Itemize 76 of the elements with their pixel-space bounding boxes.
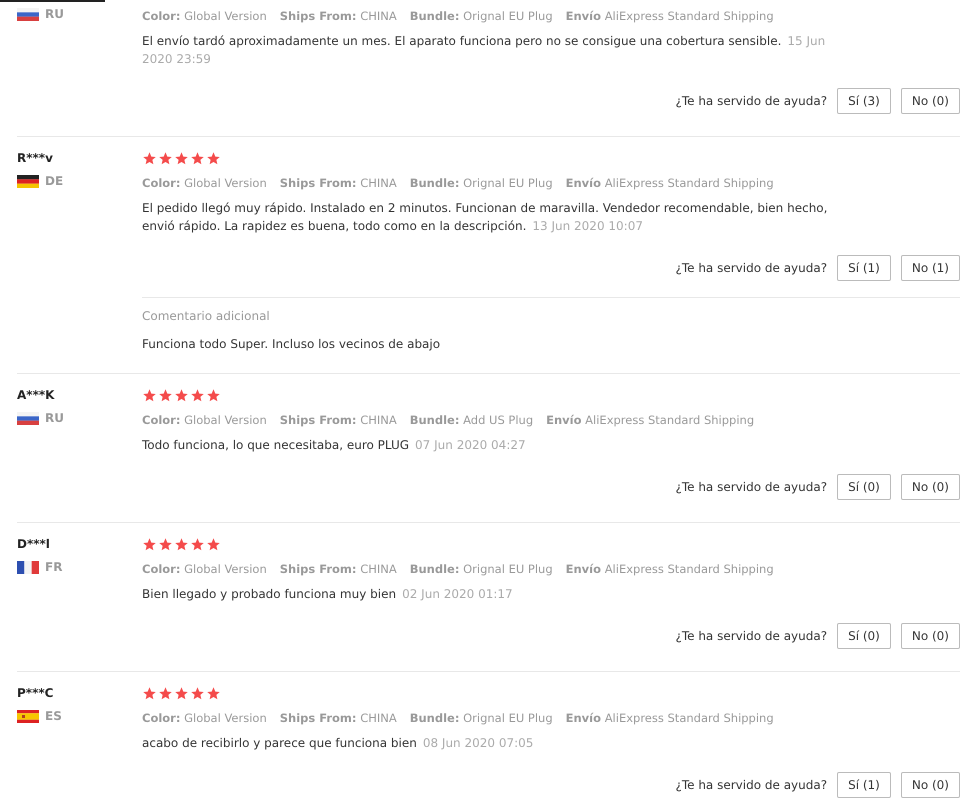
star-icon (174, 388, 189, 403)
star-icon (206, 151, 221, 166)
product-attribute: Ships From: CHINA (280, 561, 397, 578)
no-vote-button[interactable]: No (0) (900, 88, 960, 114)
yes-vote-button[interactable]: Sí (1) (837, 255, 891, 281)
product-attribute: Color: Global Version (142, 8, 267, 25)
star-icon (158, 151, 173, 166)
review-text: El pedido llegó muy rápido. Instalado en 2 minutos. Funcionan de maravilla. Vendedor recomendable, bien hecho, envió rápido. La rapidez es buena, todo como en la descripción. 13 Jun 2020 10:07 (142, 200, 828, 235)
yes-vote-button[interactable]: Sí (1) (837, 772, 891, 798)
no-vote-button[interactable]: No (0) (900, 474, 960, 500)
star-icon (206, 388, 221, 403)
no-vote-button[interactable]: No (0) (900, 772, 960, 798)
star-icon (190, 388, 205, 403)
additional-comment-title: Comentario adicional (142, 309, 271, 323)
star-icon (190, 151, 205, 166)
helpful-question: ¿Te ha servido de ayuda? (675, 261, 828, 275)
product-attribute: Ships From: CHINA (280, 710, 397, 727)
review-text: El envío tardó aproximadamente un mes. El aparato funciona pero no se consigue una cobertura sensible. 15 Jun 2020 23:59 (142, 33, 826, 68)
product-attribute: Ships From: CHINA (280, 8, 397, 25)
product-attribute: Envío AliExpress Standard Shipping (566, 561, 774, 578)
product-attribute: Envío AliExpress Standard Shipping (566, 8, 774, 25)
product-attribute: Bundle: Orignal EU Plug (410, 561, 553, 578)
star-icon (142, 151, 157, 166)
country-code: RU (45, 7, 64, 21)
country-code: ES (45, 709, 62, 723)
helpful-question: ¿Te ha servido de ayuda? (675, 480, 828, 494)
country-code: DE (45, 174, 64, 188)
flag-icon (17, 710, 39, 722)
review-text: Todo funciona, lo que necesitaba, euro PLUG 07 Jun 2020 04:27 (142, 437, 527, 454)
star-icon (190, 537, 205, 552)
country-code: RU (45, 411, 64, 425)
product-attribute: Envío AliExpress Standard Shipping (566, 710, 774, 727)
star-icon (174, 537, 189, 552)
no-vote-button[interactable]: No (1) (900, 255, 960, 281)
product-attribute: Bundle: Orignal EU Plug (410, 8, 553, 25)
yes-vote-button[interactable]: Sí (0) (837, 474, 891, 500)
helpful-question: ¿Te ha servido de ayuda? (675, 94, 828, 108)
flag-icon (17, 560, 39, 574)
star-icon (158, 388, 173, 403)
no-vote-button[interactable]: No (0) (900, 623, 960, 649)
star-icon (142, 537, 157, 552)
product-attribute: Envío AliExpress Standard Shipping (546, 412, 754, 429)
additional-comment-text: Funciona todo Super. Incluso los vecinos de abajo (142, 337, 442, 351)
product-attribute: Color: Global Version (142, 412, 267, 429)
review-text: acabo de recibirlo y parece que funciona bien 08 Jun 2020 07:05 (142, 735, 534, 752)
product-attribute: Ships From: CHINA (280, 175, 397, 192)
star-icon (142, 388, 157, 403)
star-icon (142, 686, 157, 701)
product-attribute: Bundle: Orignal EU Plug (410, 710, 553, 727)
product-attribute: Bundle: Orignal EU Plug (410, 175, 553, 192)
review-text: Bien llegado y probado funciona muy bien 02 Jun 2020 01:17 (142, 586, 514, 603)
reviewer-name: D***l (17, 537, 51, 552)
yes-vote-button[interactable]: Sí (3) (837, 88, 891, 114)
product-attribute: Ships From: CHINA (280, 412, 397, 429)
reviewer-name: R***v (17, 151, 54, 166)
yes-vote-button[interactable]: Sí (0) (837, 623, 891, 649)
star-icon (174, 151, 189, 166)
country-code: FR (45, 560, 62, 574)
star-icon (158, 537, 173, 552)
star-icon (190, 686, 205, 701)
product-attribute: Color: Global Version (142, 561, 267, 578)
star-icon (174, 686, 189, 701)
flag-icon (17, 174, 39, 188)
reviewer-name: A***K (17, 388, 56, 403)
flag-icon (17, 412, 39, 424)
product-attribute: Bundle: Add US Plug (410, 412, 534, 429)
reviewer-name: P***C (17, 686, 54, 701)
flag-icon (17, 8, 39, 20)
product-attribute: Envío AliExpress Standard Shipping (566, 175, 774, 192)
product-attribute: Color: Global Version (142, 710, 267, 727)
star-icon (206, 537, 221, 552)
star-icon (158, 686, 173, 701)
helpful-question: ¿Te ha servido de ayuda? (675, 629, 828, 643)
star-icon (206, 686, 221, 701)
product-attribute: Color: Global Version (142, 175, 267, 192)
helpful-question: ¿Te ha servido de ayuda? (675, 778, 828, 792)
